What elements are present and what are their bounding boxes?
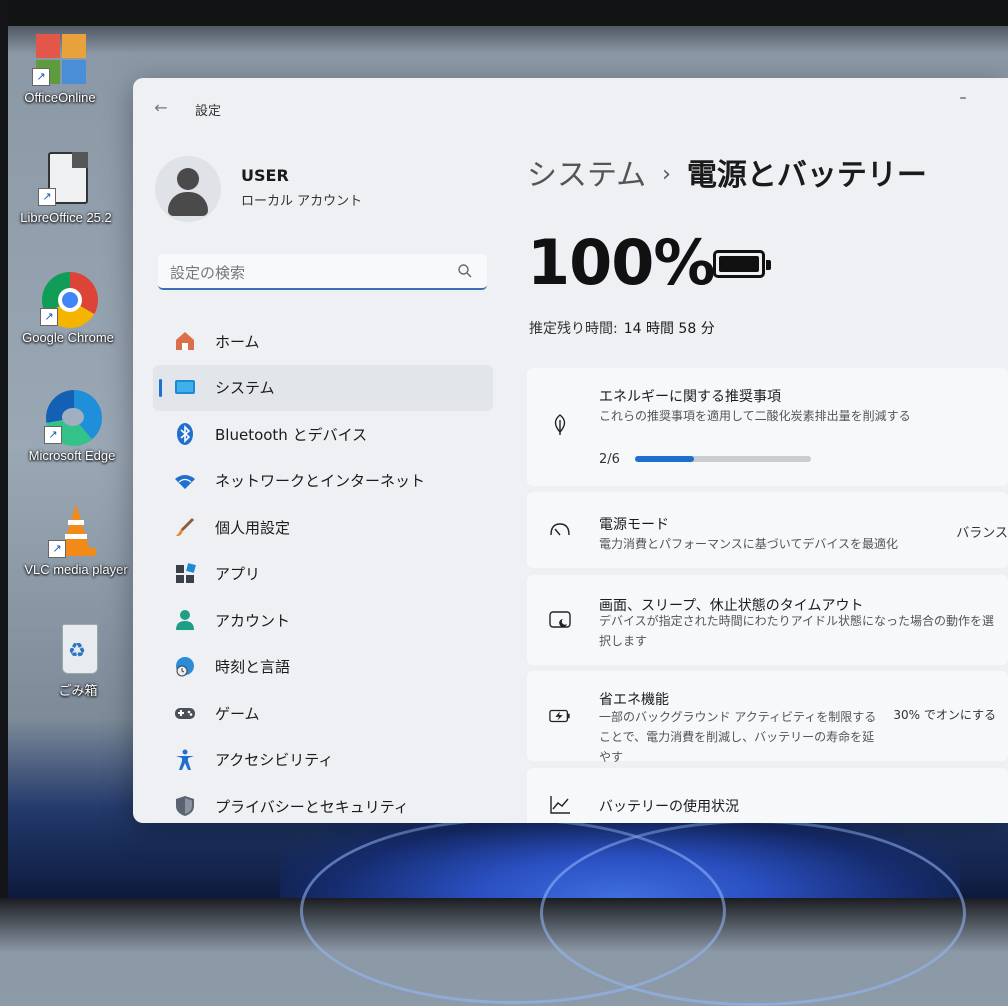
home-icon [171,327,199,355]
sidebar-item-privacy-security[interactable]: プライバシーとセキュリティ [153,783,493,823]
time-language-icon [171,653,199,681]
shield-icon [171,792,199,820]
sidebar-item-accounts[interactable]: アカウント [153,597,493,644]
desktop-icon-chrome[interactable]: ↗ Google Chrome [8,270,128,345]
desktop-icon-label: Google Chrome [22,330,114,345]
wallpaper-swirl [540,820,966,1006]
libreoffice-icon: ↗ [38,150,94,206]
card-title: エネルギーに関する推奨事項 [599,389,781,405]
battery-saver-icon [549,705,571,727]
card-description: これらの推奨事項を適用して二酸化炭素排出量を削減する [599,409,911,423]
chart-icon [549,794,571,816]
sidebar-item-label: アプリ [215,565,261,584]
sidebar-item-home[interactable]: ホーム [153,318,493,365]
progress-count: 2/6 [599,452,620,467]
main-content: システム › 電源とバッテリー 100% 推定残り時間: 14 時間 58 分 エネル… [527,78,1008,823]
bluetooth-icon [171,420,199,448]
page-title: 電源とバッテリー [686,158,927,193]
sidebar-item-network[interactable]: ネットワークとインターネット [153,458,493,505]
sidebar-item-system[interactable]: システム [153,364,493,411]
sidebar-nav: ホーム システム Bluetooth とデバイス ネットワークとインターネット … [153,318,493,823]
sidebar-item-label: プライバシーとセキュリティ [215,797,409,816]
screen-bezel-left [0,0,8,898]
search-placeholder: 設定の検索 [170,264,246,282]
gamepad-icon [171,699,199,727]
leaf-icon [549,414,571,436]
card-description: デバイスが指定された時間にわたりアイドル状態になった場合の動作を選択します [599,614,995,648]
battery-icon [713,250,771,278]
remaining-time-label: 推定残り時間: [529,321,618,337]
sidebar-item-label: ゲーム [215,704,260,723]
screen-bezel [0,0,1008,26]
remaining-time: 推定残り時間: 14 時間 58 分 [529,318,715,338]
wifi-icon [171,467,199,495]
desktop-icon-label: OfficeOnline [24,90,96,105]
settings-window: ← 設定 – USER ローカル アカウント 設定の検索 ホーム システム Bl… [133,78,1008,823]
user-name: USER [241,166,289,185]
sidebar-item-personalization[interactable]: 個人用設定 [153,504,493,551]
desktop-icon-label: ごみ箱 [58,683,98,698]
sidebar-item-label: アクセシビリティ [215,751,334,770]
sidebar-item-gaming[interactable]: ゲーム [153,690,493,737]
desktop-icon-label: LibreOffice 25.2 [20,210,112,225]
progress-bar [635,456,811,462]
sidebar-item-label: 個人用設定 [215,518,291,537]
account-icon [171,606,199,634]
sidebar-item-label: ホーム [215,332,260,351]
brush-icon [171,513,199,541]
gauge-icon [549,519,571,541]
progress-bar-fill [635,456,694,462]
sidebar-item-time-language[interactable]: 時刻と言語 [153,644,493,691]
desktop-icon-label: VLC media player [24,562,128,577]
remaining-time-value: 14 時間 58 分 [623,321,715,337]
card-description: 一部のバックグラウンド アクティビティを制限することで、電力消費を削減し、バッテ… [599,710,877,764]
desktop-icon-vlc[interactable]: ↗ VLC media player [16,502,136,577]
window-title: 設定 [195,104,222,119]
battery-percent: 100% [527,226,716,299]
apps-icon [171,560,199,588]
power-mode-card[interactable]: 電源モード 電力消費とパフォーマンスに基づいてデバイスを最適化 バランス [527,492,1008,568]
desktop-icon-officeonline[interactable]: ↗ OfficeOnline [0,30,120,105]
sidebar-item-label: システム [215,379,275,398]
desktop-icon-libreoffice[interactable]: ↗ LibreOffice 25.2 [6,150,126,225]
sidebar-item-label: アカウント [215,611,291,630]
office-icon: ↗ [32,30,88,86]
breadcrumb: システム › 電源とバッテリー [527,150,927,194]
card-description: 電力消費とパフォーマンスに基づいてデバイスを最適化 [599,537,899,551]
sidebar-item-label: 時刻と言語 [215,658,291,677]
chevron-right-icon: › [662,162,671,187]
energy-recommendations-card[interactable]: エネルギーに関する推奨事項 これらの推奨事項を適用して二酸化炭素排出量を削減する… [527,368,1008,486]
account-type: ローカル アカウント [241,194,363,209]
battery-saver-threshold[interactable]: 30% でオンにする [893,706,996,723]
desktop-icon-label: Microsoft Edge [28,448,116,463]
desktop-icon-recycle-bin[interactable]: ♻ ごみ箱 [18,620,138,699]
card-title: 電源モード [599,517,669,533]
chrome-icon: ↗ [40,270,98,328]
search-icon[interactable] [457,263,473,279]
desktop-icon-edge[interactable]: ↗ Microsoft Edge [12,388,132,463]
battery-saver-card[interactable]: 省エネ機能 一部のバックグラウンド アクティビティを制限することで、電力消費を削… [527,671,1008,764]
breadcrumb-parent[interactable]: システム [527,158,646,193]
user-profile[interactable]: USER ローカル アカウント [155,156,475,222]
sidebar-item-accessibility[interactable]: アクセシビリティ [153,737,493,784]
power-mode-dropdown[interactable]: バランス [956,522,1008,541]
card-title: バッテリーの使用状況 [599,799,739,815]
search-input[interactable]: 設定の検索 [158,254,487,290]
sidebar-item-label: Bluetooth とデバイス [215,425,368,444]
monitor-sleep-icon [549,609,571,631]
system-icon [171,374,199,402]
screen-sleep-timeout-card[interactable]: 画面、スリープ、休止状態のタイムアウト デバイスが指定された時間にわたりアイドル… [527,575,1008,665]
accessibility-icon [171,746,199,774]
sidebar-item-bluetooth[interactable]: Bluetooth とデバイス [153,411,493,458]
card-title: 省エネ機能 [599,692,669,708]
edge-icon: ↗ [44,388,102,446]
sidebar-item-label: ネットワークとインターネット [215,472,426,491]
sidebar-item-apps[interactable]: アプリ [153,551,493,598]
back-button[interactable]: ← [149,96,173,120]
vlc-icon: ↗ [48,502,104,558]
recycle-bin-icon: ♻ [50,620,106,676]
avatar [155,156,221,222]
battery-usage-card[interactable]: バッテリーの使用状況 [527,768,1008,823]
